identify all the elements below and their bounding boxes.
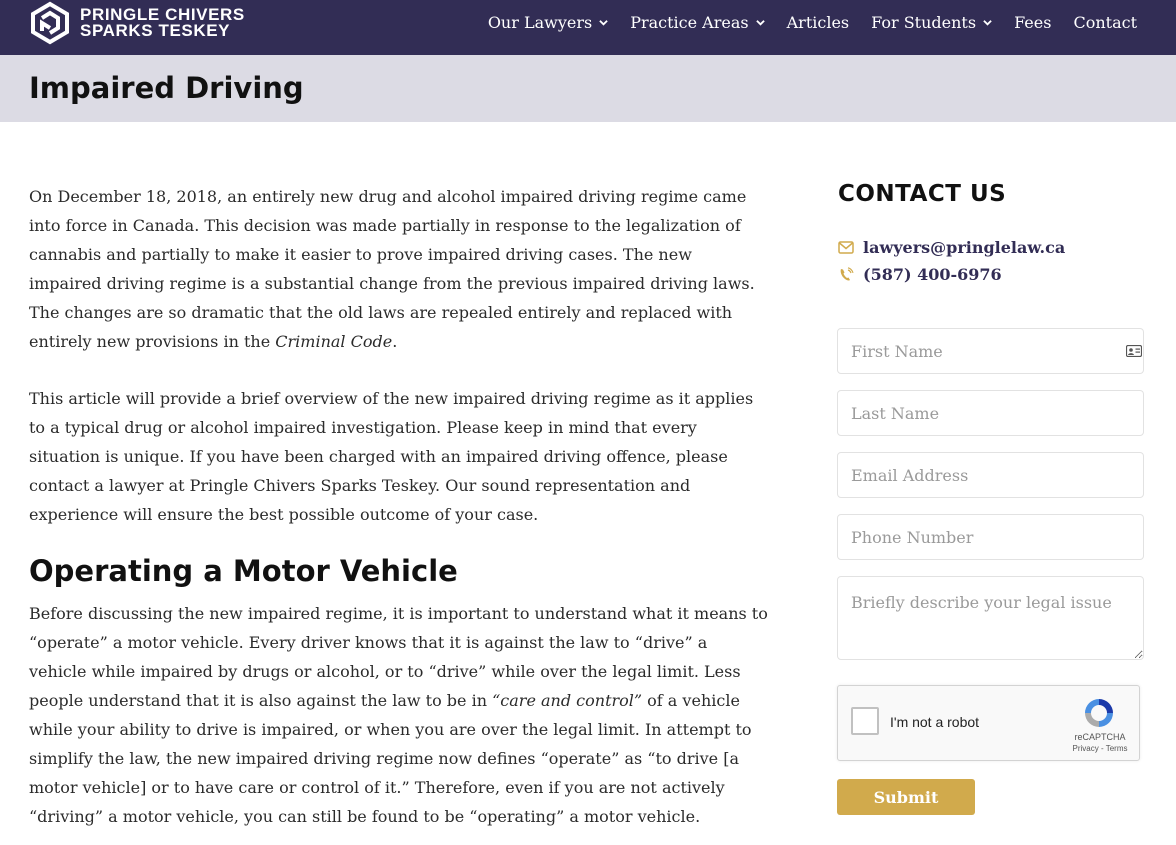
recaptcha-logo-icon [1085,699,1113,727]
contact-phone-link[interactable]: (587) 400-6976 [838,265,1002,284]
phone-icon [840,266,854,281]
nav-contact[interactable]: Contact [1073,13,1137,32]
site-header: PRINGLE CHIVERS SPARKS TESKEY Our Lawyer… [0,0,1176,55]
recaptcha-brand: reCAPTCHA [1074,732,1126,742]
nav-our-lawyers[interactable]: Our Lawyers [488,13,608,32]
contact-title: CONTACT US [838,181,1007,207]
main-nav: Our Lawyers Practice Areas Articles For … [466,0,1137,44]
article-paragraph-1: On December 18, 2018, an entirely new dr… [29,182,769,356]
contact-email: lawyers@pringlelaw.ca [863,238,1066,257]
contact-phone: (587) 400-6976 [863,265,1002,284]
chevron-down-icon [755,19,765,26]
nav-label: Our Lawyers [487,12,593,32]
brand-line-2: SPARKS TESKEY [80,21,231,40]
nav-fees[interactable]: Fees [1014,13,1051,32]
care-and-control-phrase: “care and control” [492,691,643,710]
nav-label: Practice Areas [630,12,749,32]
article-body: On December 18, 2018, an entirely new dr… [29,182,769,845]
recaptcha-label: I'm not a robot [890,714,980,730]
page-title: Impaired Driving [29,71,304,105]
criminal-code-reference: Criminal Code [275,332,393,351]
legal-issue-textarea[interactable] [837,576,1144,660]
section-heading: Operating a Motor Vehicle [29,554,458,588]
contact-card-icon[interactable] [1126,345,1142,357]
recaptcha-checkbox[interactable] [851,707,879,735]
nav-for-students[interactable]: For Students [871,13,992,32]
nav-label: Articles [786,12,850,32]
submit-button[interactable]: Submit [837,779,975,815]
email-field[interactable] [837,452,1144,498]
paragraph-text: of a vehicle while your ability to drive… [29,691,752,826]
envelope-icon [838,241,854,254]
brand-name: PRINGLE CHIVERS SPARKS TESKEY [80,6,245,40]
article-paragraph-2: This article will provide a brief overvi… [29,389,754,524]
nav-articles[interactable]: Articles [787,13,850,32]
recaptcha-widget: I'm not a robot reCAPTCHA Privacy - Term… [837,685,1140,761]
nav-label: Contact [1073,12,1137,32]
site-logo[interactable]: PRINGLE CHIVERS SPARKS TESKEY [28,0,245,46]
chevron-down-icon [599,19,608,26]
paragraph-end: . [392,332,398,351]
nav-practice-areas[interactable]: Practice Areas [630,12,765,32]
nav-label: Fees [1014,12,1052,32]
nav-label: For Students [871,12,977,32]
article-paragraph-3: Before discussing the new impaired regim… [29,599,769,831]
last-name-field[interactable] [837,390,1144,436]
paragraph-text: On December 18, 2018, an entirely new dr… [29,187,755,351]
chevron-down-icon [983,19,992,26]
phone-field[interactable] [837,514,1144,560]
contact-email-link[interactable]: lawyers@pringlelaw.ca [838,238,1065,257]
recaptcha-privacy-terms[interactable]: Privacy - Terms [1067,744,1133,753]
first-name-field[interactable] [837,328,1144,374]
firm-logo-icon [31,1,69,45]
